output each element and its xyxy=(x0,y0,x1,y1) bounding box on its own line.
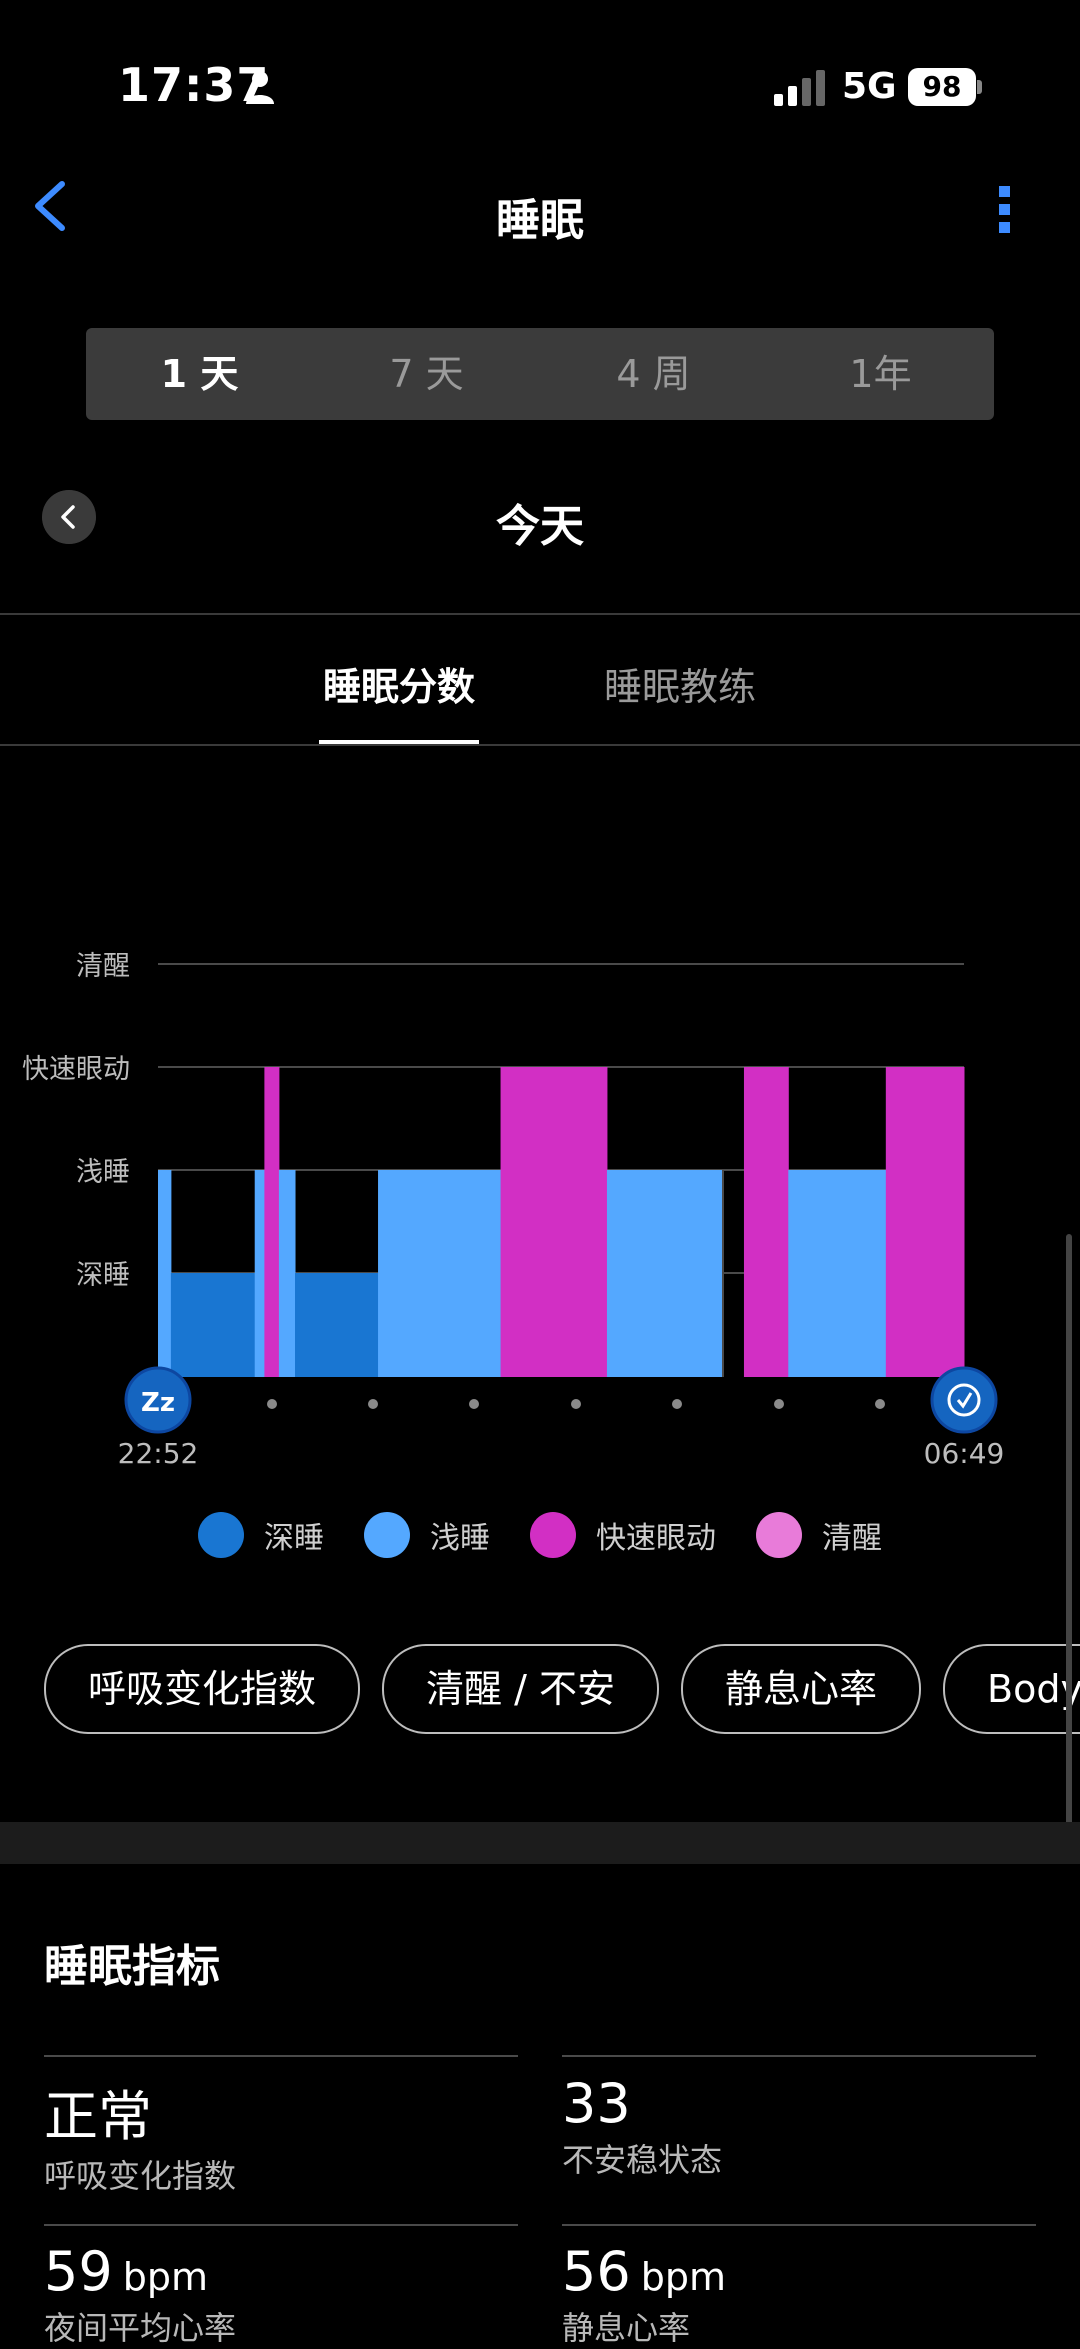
battery-level: 98 xyxy=(922,70,962,103)
legend-dot xyxy=(198,1512,244,1558)
start-time-label: 22:52 xyxy=(118,1437,199,1470)
metric-label: 不安稳状态 xyxy=(562,2141,723,2179)
range-tab-1-year[interactable]: 1年 xyxy=(767,328,994,420)
sleep-stage-deep xyxy=(295,1273,379,1377)
sleep-stage-light xyxy=(378,1170,502,1377)
chip-awake-restless[interactable]: 清醒 / 不安 xyxy=(382,1644,659,1734)
chip-respiration-variation[interactable]: 呼吸变化指数 xyxy=(44,1644,361,1734)
y-tick-label: 快速眼动 xyxy=(22,1054,130,1085)
range-tab-7-days[interactable]: 7 天 xyxy=(313,328,540,420)
sleep-metrics-title: 睡眠指标 xyxy=(44,1941,220,1992)
legend-item-awake: 清醒 xyxy=(756,1512,882,1558)
sleep-stage-light xyxy=(158,1170,172,1377)
y-tick-label: 浅睡 xyxy=(76,1157,130,1188)
sleep-stage-rem xyxy=(500,1067,608,1377)
legend-dot xyxy=(756,1512,802,1558)
scrollbar[interactable] xyxy=(1066,1234,1072,1838)
person-icon xyxy=(246,71,274,104)
legend-label: 浅睡 xyxy=(430,1521,490,1556)
hour-tick-dot xyxy=(875,1399,885,1409)
battery-icon: 98 xyxy=(908,68,984,108)
metric-number: 33 xyxy=(562,2072,631,2135)
sleep-stage-light xyxy=(278,1170,296,1377)
hour-tick-dot xyxy=(672,1399,682,1409)
divider xyxy=(562,2055,1036,2057)
metric-avg-overnight-hr: 59 bpm 夜间平均心率 xyxy=(44,2240,236,2349)
divider xyxy=(44,2055,518,2057)
hour-tick-dot xyxy=(469,1399,479,1409)
chart-legend: 深睡 浅睡 快速眼动 清醒 xyxy=(0,1512,1080,1558)
network-label: 5G xyxy=(842,66,897,107)
tab-sleep-score[interactable]: 睡眠分数 xyxy=(319,656,479,711)
sleep-stage-light xyxy=(606,1170,724,1377)
metric-value: 59 bpm xyxy=(44,2240,236,2303)
previous-date-icon[interactable] xyxy=(42,490,96,544)
legend-item-light: 浅睡 xyxy=(364,1512,490,1558)
legend-item-rem: 快速眼动 xyxy=(530,1512,716,1558)
legend-dot xyxy=(530,1512,576,1558)
sleep-stage-rem xyxy=(743,1067,789,1377)
legend-label: 清醒 xyxy=(822,1521,882,1556)
metric-chips: 呼吸变化指数 清醒 / 不安 静息心率 Body xyxy=(44,1644,1080,1734)
range-selector: 1 天 7 天 4 周 1年 xyxy=(86,328,994,420)
y-tick-label: 清醒 xyxy=(76,951,130,982)
divider xyxy=(562,2224,1036,2226)
sleep-stage-rem xyxy=(264,1067,280,1377)
sleep-stage-deep xyxy=(170,1273,256,1377)
svg-text:Zz: Zz xyxy=(141,1388,175,1418)
legend-dot xyxy=(364,1512,410,1558)
metric-number: 正常 xyxy=(44,2085,152,2148)
wake-time-icon xyxy=(930,1366,998,1434)
hour-tick-dot xyxy=(267,1399,277,1409)
page-title: 睡眠 xyxy=(496,195,584,246)
metric-value: 正常 xyxy=(44,2072,236,2151)
metric-unit: bpm xyxy=(640,2255,726,2299)
range-tab-1-day[interactable]: 1 天 xyxy=(86,328,313,420)
metric-restless: 33 不安稳状态 xyxy=(562,2072,722,2181)
range-tab-4-weeks[interactable]: 4 周 xyxy=(540,328,767,420)
sleep-stage-chart: 清醒快速眼动浅睡深睡 Zz 22:52 06:49 xyxy=(22,951,1005,1470)
sleep-stage-rem xyxy=(885,1067,965,1377)
legend-label: 深睡 xyxy=(264,1521,324,1556)
tab-sleep-coach[interactable]: 睡眠教练 xyxy=(590,656,770,711)
hour-tick-dot xyxy=(571,1399,581,1409)
legend-item-deep: 深睡 xyxy=(198,1512,324,1558)
hour-tick-dot xyxy=(774,1399,784,1409)
more-options-icon[interactable] xyxy=(990,180,1020,240)
section-separator xyxy=(0,1822,1080,1864)
end-time-label: 06:49 xyxy=(924,1437,1005,1470)
metric-value: 33 xyxy=(562,2072,722,2135)
sleep-stage-light xyxy=(254,1170,265,1377)
metric-resting-hr: 56 bpm 静息心率 xyxy=(562,2240,726,2349)
metric-unit: bpm xyxy=(122,2255,208,2299)
divider xyxy=(44,2224,518,2226)
metric-label: 静息心率 xyxy=(562,2309,691,2347)
chip-resting-heart-rate[interactable]: 静息心率 xyxy=(680,1644,921,1734)
hour-tick-dot xyxy=(368,1399,378,1409)
divider xyxy=(0,613,1080,615)
metric-number: 56 xyxy=(562,2240,631,2303)
legend-label: 快速眼动 xyxy=(596,1521,716,1556)
chip-body-battery[interactable]: Body xyxy=(943,1644,1080,1734)
sleep-start-icon: Zz xyxy=(124,1366,192,1434)
signal-icon xyxy=(774,70,825,106)
sleep-stage-light xyxy=(788,1170,887,1377)
metric-number: 59 xyxy=(44,2240,113,2303)
metric-label: 呼吸变化指数 xyxy=(44,2157,237,2195)
divider xyxy=(0,744,1080,746)
metric-label: 夜间平均心率 xyxy=(44,2309,237,2347)
date-label: 今天 xyxy=(496,501,584,552)
y-tick-label: 深睡 xyxy=(76,1260,130,1291)
metric-respiration-variation: 正常 呼吸变化指数 xyxy=(44,2072,236,2197)
metric-value: 56 bpm xyxy=(562,2240,726,2303)
